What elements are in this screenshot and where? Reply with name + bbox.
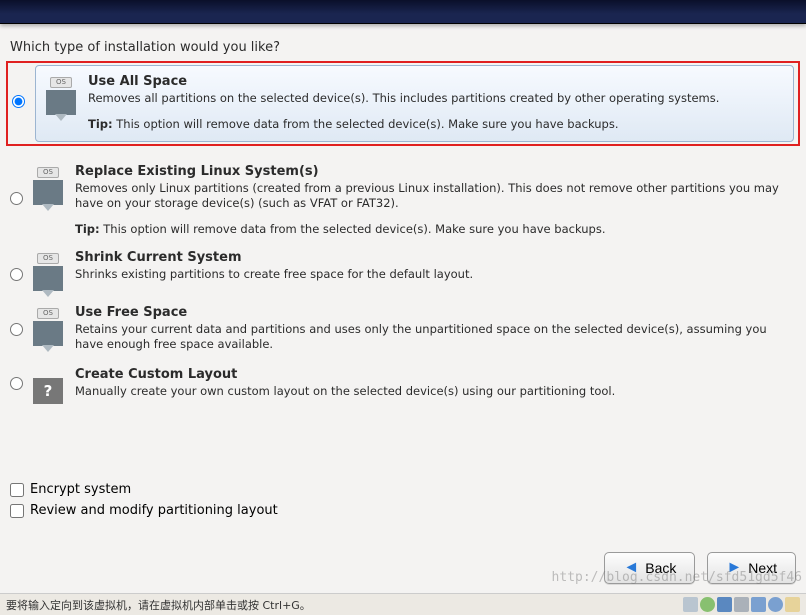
option-title: Shrink Current System [75, 250, 786, 265]
radio-use-free-space[interactable] [10, 323, 23, 336]
tray-icon[interactable] [717, 597, 732, 612]
install-type-prompt: Which type of installation would you lik… [10, 40, 798, 55]
vm-statusbar: 要将输入定向到该虚拟机，请在虚拟机内部单击或按 Ctrl+G。 [0, 593, 806, 615]
arrow-right-icon: ► [726, 559, 742, 577]
back-button[interactable]: ◄ Back [604, 552, 695, 584]
highlight-box: OS Use All Space Removes all partitions … [6, 61, 800, 146]
statusbar-text: 要将输入定向到该虚拟机，请在虚拟机内部单击或按 Ctrl+G。 [6, 597, 311, 613]
checkbox-label: Review and modify partitioning layout [30, 503, 278, 518]
option-title: Replace Existing Linux System(s) [75, 164, 786, 179]
radio-replace-linux[interactable] [10, 192, 23, 205]
checkbox-encrypt[interactable] [10, 483, 24, 497]
option-use-free-space[interactable]: OS Use Free Space Retains your current d… [8, 305, 798, 353]
icon-badge: OS [37, 167, 59, 178]
tray-icon[interactable] [700, 597, 715, 612]
os-disk-icon: OS [33, 308, 63, 346]
option-shrink[interactable]: OS Shrink Current System Shrinks existin… [8, 250, 798, 291]
statusbar-tray [683, 597, 800, 612]
checkbox-review[interactable] [10, 504, 24, 518]
os-disk-icon: OS [46, 77, 76, 115]
tray-icon[interactable] [751, 597, 766, 612]
icon-badge: OS [37, 308, 59, 319]
icon-badge: OS [50, 77, 72, 88]
icon-badge: OS [37, 253, 59, 264]
top-banner [0, 0, 806, 24]
radio-shrink[interactable] [10, 268, 23, 281]
checkbox-label: Encrypt system [30, 482, 131, 497]
option-tip: Tip: This option will remove data from t… [75, 222, 786, 236]
tray-icon[interactable] [768, 597, 783, 612]
option-use-all-space[interactable]: OS Use All Space Removes all partitions … [35, 65, 794, 142]
radio-use-all-space[interactable] [12, 95, 25, 108]
option-replace-linux[interactable]: OS Replace Existing Linux System(s) Remo… [8, 164, 798, 236]
tray-icon[interactable] [785, 597, 800, 612]
option-desc: Manually create your own custom layout o… [75, 384, 786, 400]
option-tip: Tip: This option will remove data from t… [88, 117, 783, 131]
tray-icon[interactable] [683, 597, 698, 612]
button-label: Back [645, 560, 676, 576]
option-custom-layout[interactable]: ? Create Custom Layout Manually create y… [8, 367, 798, 408]
option-desc: Removes all partitions on the selected d… [88, 91, 783, 107]
option-desc: Removes only Linux partitions (created f… [75, 181, 786, 212]
question-disk-icon: ? [33, 370, 63, 408]
os-disk-icon: OS [33, 253, 63, 291]
option-title: Use Free Space [75, 305, 786, 320]
tray-icon[interactable] [734, 597, 749, 612]
arrow-left-icon: ◄ [623, 559, 639, 577]
next-button[interactable]: ► Next [707, 552, 796, 584]
os-disk-icon: OS [33, 167, 63, 205]
button-label: Next [748, 560, 777, 576]
checkbox-encrypt-row[interactable]: Encrypt system [10, 482, 278, 497]
checkbox-review-row[interactable]: Review and modify partitioning layout [10, 503, 278, 518]
option-desc: Retains your current data and partitions… [75, 322, 786, 353]
option-title: Create Custom Layout [75, 367, 786, 382]
radio-custom-layout[interactable] [10, 377, 23, 390]
option-desc: Shrinks existing partitions to create fr… [75, 267, 786, 283]
option-title: Use All Space [88, 74, 783, 89]
